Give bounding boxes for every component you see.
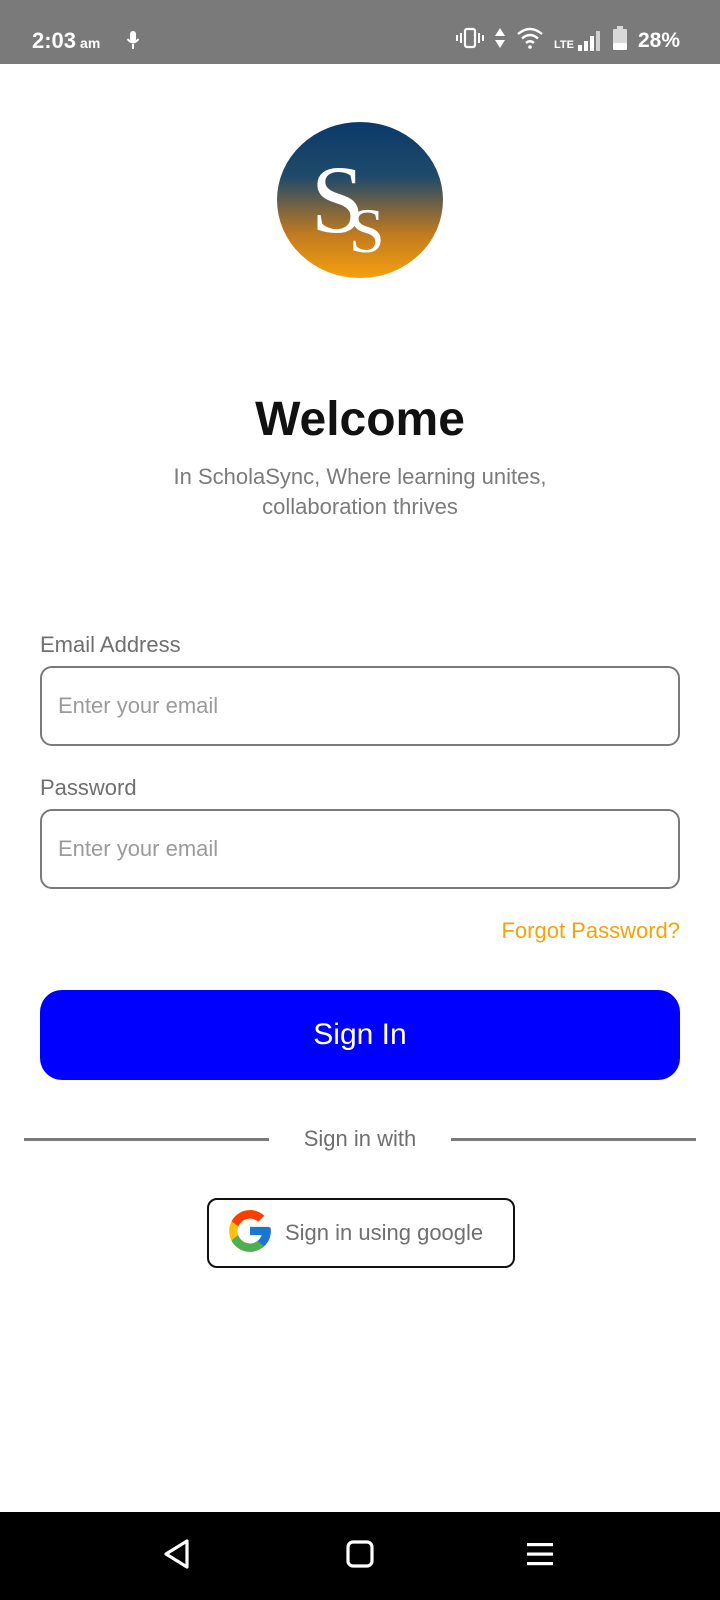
email-label: Email Address (40, 632, 181, 657)
network-type: LTE (554, 38, 574, 51)
app-logo: S S (277, 122, 443, 278)
password-field-box[interactable] (40, 809, 680, 889)
battery-icon (612, 26, 628, 55)
password-input[interactable] (42, 811, 678, 887)
vibrate-icon (456, 27, 484, 54)
menu-icon[interactable] (525, 1538, 555, 1575)
clock-time: 2:03 (32, 28, 77, 53)
navigation-bar (0, 1512, 720, 1600)
google-icon (225, 1206, 275, 1261)
battery-percent: 28% (637, 28, 680, 52)
status-icons: LTE 28% (456, 26, 680, 55)
status-time: 2:03 am (32, 28, 100, 54)
status-bar: 2:03 am LTE 28% (0, 0, 720, 64)
google-sign-in-button[interactable]: Sign in using google (207, 1198, 515, 1268)
clock-ampm: am (80, 35, 101, 51)
welcome-title: Welcome (255, 393, 465, 446)
google-button-label: Sign in using google (285, 1220, 484, 1245)
tagline: In ScholaSync, Where learning unites, co… (173, 464, 547, 519)
home-icon[interactable] (345, 1538, 375, 1575)
divider-right (451, 1138, 696, 1141)
sign-in-button[interactable]: Sign In (40, 990, 680, 1080)
signal-icon: LTE (554, 30, 602, 51)
email-field-box[interactable] (40, 666, 680, 746)
back-icon[interactable] (162, 1538, 192, 1575)
forgot-password-link[interactable]: Forgot Password? (501, 918, 680, 944)
password-label: Password (40, 775, 137, 800)
email-input[interactable] (42, 668, 678, 744)
svg-text:S: S (349, 195, 385, 266)
data-arrows-icon (494, 27, 506, 54)
mic-icon (126, 30, 140, 55)
wifi-icon (516, 27, 544, 54)
